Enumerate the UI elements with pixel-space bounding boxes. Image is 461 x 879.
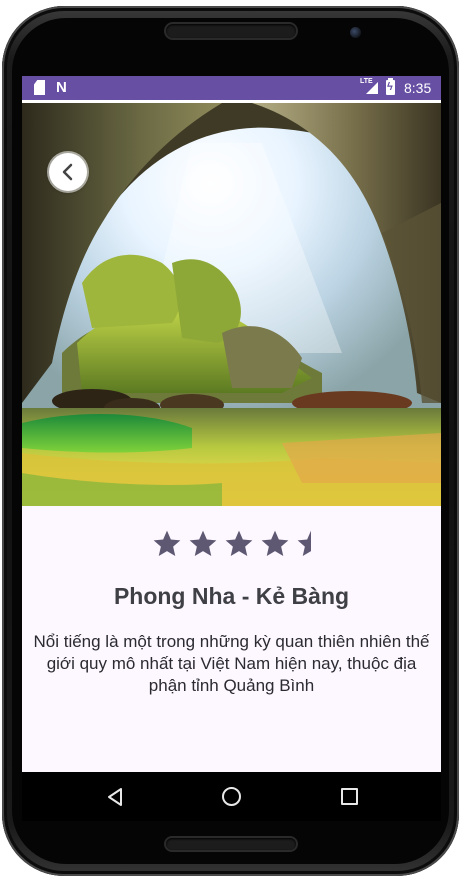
star-icon [189,530,217,556]
front-camera [350,27,361,38]
home-circle-icon[interactable] [222,787,241,806]
status-time: 8:35 [404,80,432,96]
battery-charging-icon: ϟ [386,78,395,95]
signal-icon [366,82,378,94]
sd-card-icon [34,80,45,95]
app-screen: N LTE ϟ 8:35 Phong Nha - Kẻ Bàng Nổi tiế… [22,76,441,821]
system-nav-bar [22,772,441,821]
place-description: Nổi tiếng là một trong những kỳ quan thi… [33,632,430,695]
n-notification-icon: N [56,79,67,96]
rating-bar[interactable] [151,528,321,562]
hero-image [22,103,441,506]
status-bar: N LTE ϟ 8:35 [22,76,441,100]
place-title: Phong Nha - Kẻ Bàng [113,583,350,609]
star-icon [225,530,253,556]
recents-square-icon[interactable] [341,788,358,805]
back-button[interactable] [49,153,87,191]
bottom-speaker [166,838,296,850]
back-triangle-icon[interactable] [106,787,124,807]
top-speaker [166,24,296,38]
half-star-icon [297,530,311,556]
phone-device: N LTE ϟ 8:35 Phong Nha - Kẻ Bàng Nổi tiế… [0,0,461,879]
star-icon [153,530,181,556]
star-icon [261,530,289,556]
chevron-left-icon [62,163,73,181]
